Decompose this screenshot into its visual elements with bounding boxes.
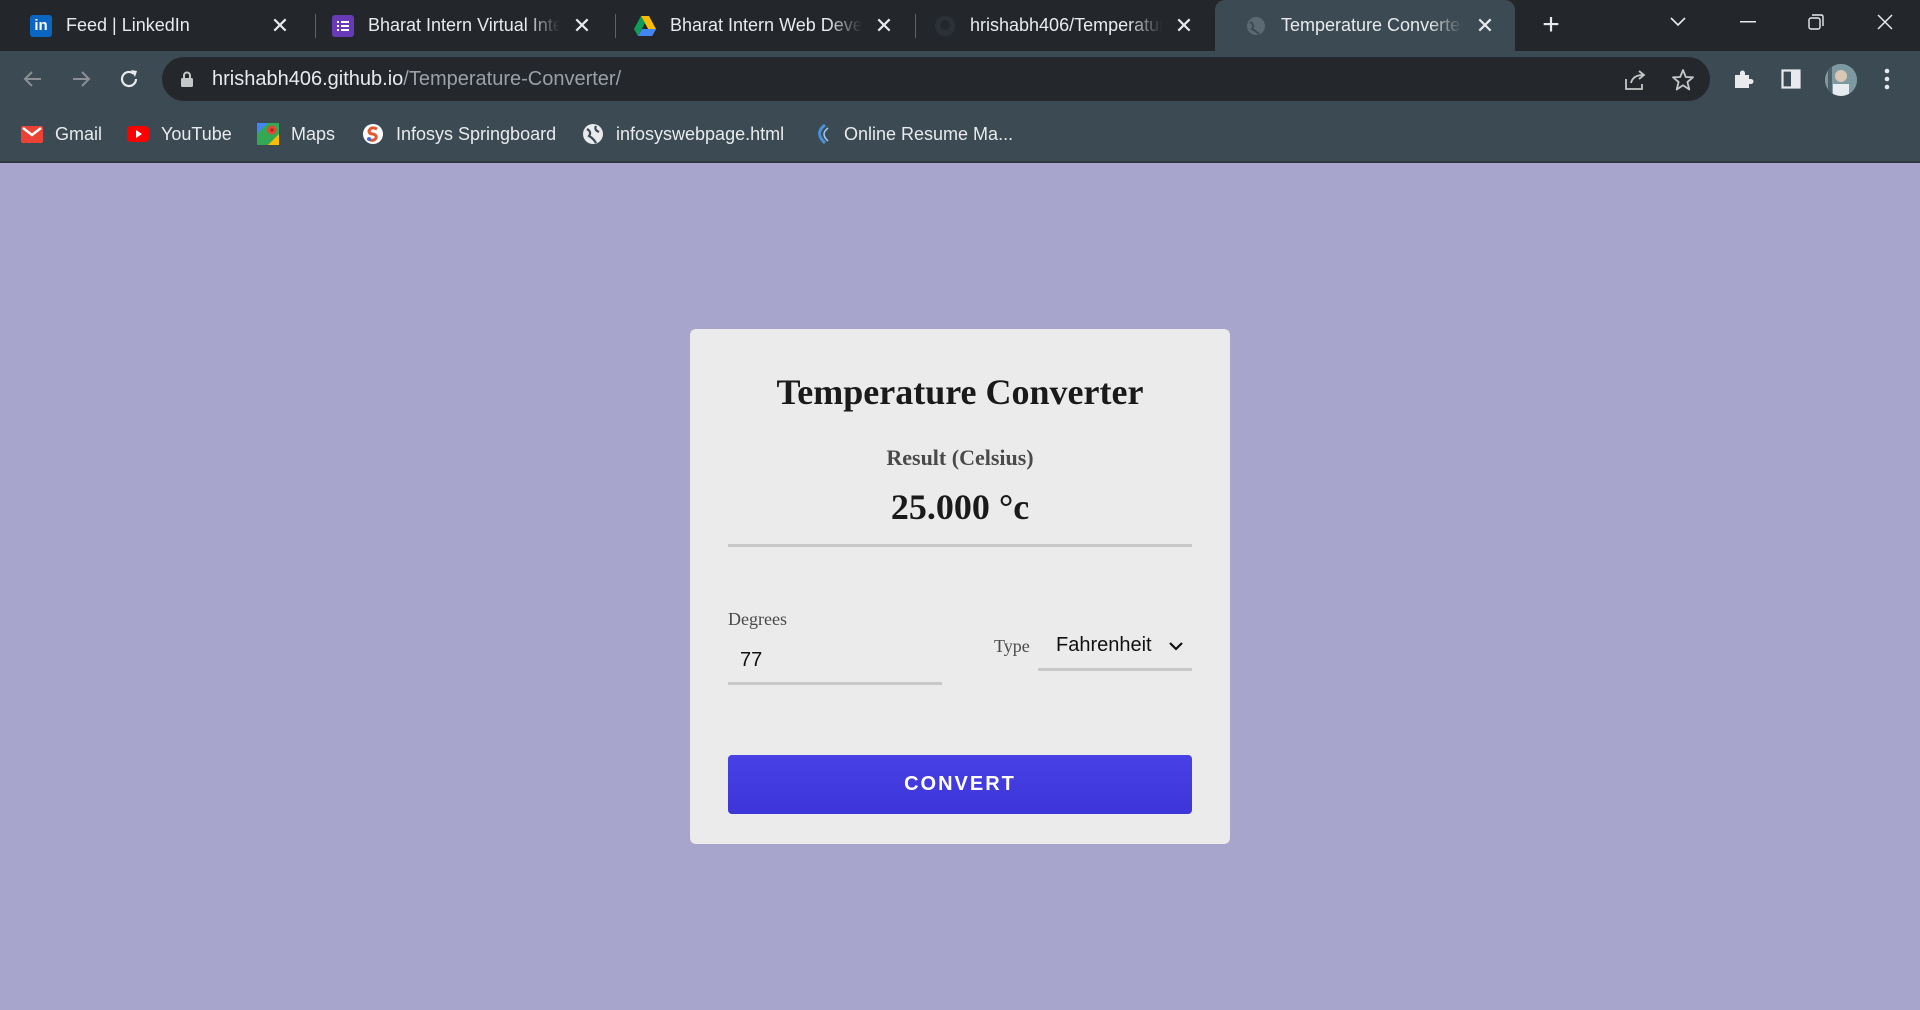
- tab-bharat-webdev[interactable]: Bharat Intern Web Development ✕: [604, 0, 914, 51]
- tab-bharat-internship[interactable]: Bharat Intern Virtual Internship ✕: [302, 0, 612, 51]
- degrees-label: Degrees: [728, 609, 787, 629]
- bookmark-label: Gmail: [55, 123, 103, 144]
- bookmark-infosys-springboard[interactable]: Infosys Springboard: [362, 121, 556, 147]
- gmail-icon: [21, 123, 43, 145]
- bookmark-maps[interactable]: Maps: [257, 121, 335, 147]
- degrees-input[interactable]: [728, 639, 942, 685]
- arrow-left-icon: [23, 71, 41, 87]
- github-icon: [934, 15, 956, 37]
- youtube-icon: [127, 123, 149, 145]
- linkedin-icon: in: [30, 14, 52, 37]
- url-path: /Temperature-Converter/: [403, 68, 622, 90]
- type-select[interactable]: Fahrenheit: [1038, 625, 1192, 671]
- globe-icon: [582, 123, 604, 145]
- close-icon[interactable]: ✕: [268, 13, 292, 38]
- reload-icon: [120, 70, 138, 88]
- tab-title: Feed | LinkedIn: [66, 15, 258, 36]
- tab-title: hrishabh406/Temperature-Converter: [970, 15, 1162, 36]
- tab-title: Temperature Converter App: [1281, 15, 1463, 36]
- tab-title: Bharat Intern Web Development: [670, 15, 862, 36]
- minimize-icon: [1740, 21, 1756, 23]
- tab-strip: in Feed | LinkedIn ✕ Bharat Intern Virtu…: [0, 0, 1920, 51]
- type-label: Type: [994, 636, 1030, 656]
- convert-button[interactable]: CONVERT: [728, 755, 1192, 814]
- bookmark-label: Maps: [291, 123, 336, 144]
- minimize-button[interactable]: [1718, 0, 1778, 44]
- tab-github[interactable]: hrishabh406/Temperature-Converter ✕: [904, 0, 1214, 51]
- resume-icon: [810, 123, 832, 145]
- chevron-down-icon: [1169, 642, 1183, 651]
- forms-icon: [332, 14, 354, 37]
- close-icon[interactable]: ✕: [1172, 13, 1196, 38]
- drive-icon: [634, 15, 656, 37]
- tab-title: Bharat Intern Virtual Internship: [368, 15, 560, 36]
- type-selected-value: Fahrenheit: [1056, 634, 1152, 656]
- more-menu-icon[interactable]: [1871, 63, 1903, 95]
- address-bar[interactable]: hrishabh406.github.io/Temperature-Conver…: [162, 57, 1710, 101]
- tab-temperature-converter[interactable]: Temperature Converter App ✕: [1215, 0, 1515, 51]
- back-button[interactable]: [17, 63, 49, 95]
- bookmark-star-icon[interactable]: [1670, 67, 1696, 93]
- result-label: Result (Celsius): [886, 445, 1034, 470]
- tab-search-button[interactable]: [1648, 0, 1708, 44]
- restore-button[interactable]: [1786, 0, 1846, 44]
- close-icon[interactable]: ✕: [872, 13, 896, 38]
- page-title: Temperature Converter: [776, 372, 1144, 412]
- arrow-right-icon: [73, 71, 91, 87]
- maps-icon: [257, 123, 279, 145]
- url-host: hrishabh406.github.io: [212, 68, 404, 90]
- forward-button[interactable]: [65, 63, 97, 95]
- new-tab-button[interactable]: +: [1536, 10, 1566, 40]
- reload-button[interactable]: [113, 63, 145, 95]
- close-icon[interactable]: ✕: [570, 13, 594, 38]
- bookmarks-bar: Gmail YouTube Maps Infosys Springboard i…: [0, 107, 1920, 163]
- springboard-icon: [362, 123, 384, 145]
- divider: [728, 544, 1192, 547]
- profile-avatar[interactable]: [1825, 64, 1857, 96]
- bookmark-label: Infosys Springboard: [396, 123, 557, 144]
- browser-toolbar: hrishabh406.github.io/Temperature-Conver…: [0, 51, 1920, 107]
- bookmark-label: infosyswebpage.html: [616, 123, 785, 144]
- tab-linkedin[interactable]: in Feed | LinkedIn ✕: [0, 0, 310, 51]
- close-window-button[interactable]: [1855, 0, 1915, 44]
- globe-icon: [1245, 15, 1267, 37]
- result-value: 25.000 °c: [890, 487, 1030, 527]
- side-panel-icon[interactable]: [1775, 63, 1807, 95]
- bookmark-label: Online Resume Ma...: [844, 123, 1014, 144]
- lock-icon: [181, 71, 193, 87]
- bookmark-online-resume[interactable]: Online Resume Ma...: [810, 121, 1013, 147]
- bookmark-infosyswebpage[interactable]: infosyswebpage.html: [582, 121, 784, 147]
- close-icon[interactable]: ✕: [1473, 13, 1497, 38]
- url-text[interactable]: hrishabh406.github.io/Temperature-Conver…: [212, 68, 621, 91]
- close-icon: [1877, 14, 1893, 30]
- bookmark-label: YouTube: [161, 123, 232, 144]
- chevron-down-icon: [1670, 17, 1686, 27]
- restore-icon: [1808, 14, 1824, 30]
- extensions-icon[interactable]: [1727, 63, 1759, 95]
- converter-card: Temperature Converter Result (Celsius) 2…: [690, 329, 1230, 844]
- bookmark-youtube[interactable]: YouTube: [127, 121, 232, 147]
- share-icon[interactable]: [1622, 67, 1648, 93]
- bookmark-gmail[interactable]: Gmail: [21, 121, 102, 147]
